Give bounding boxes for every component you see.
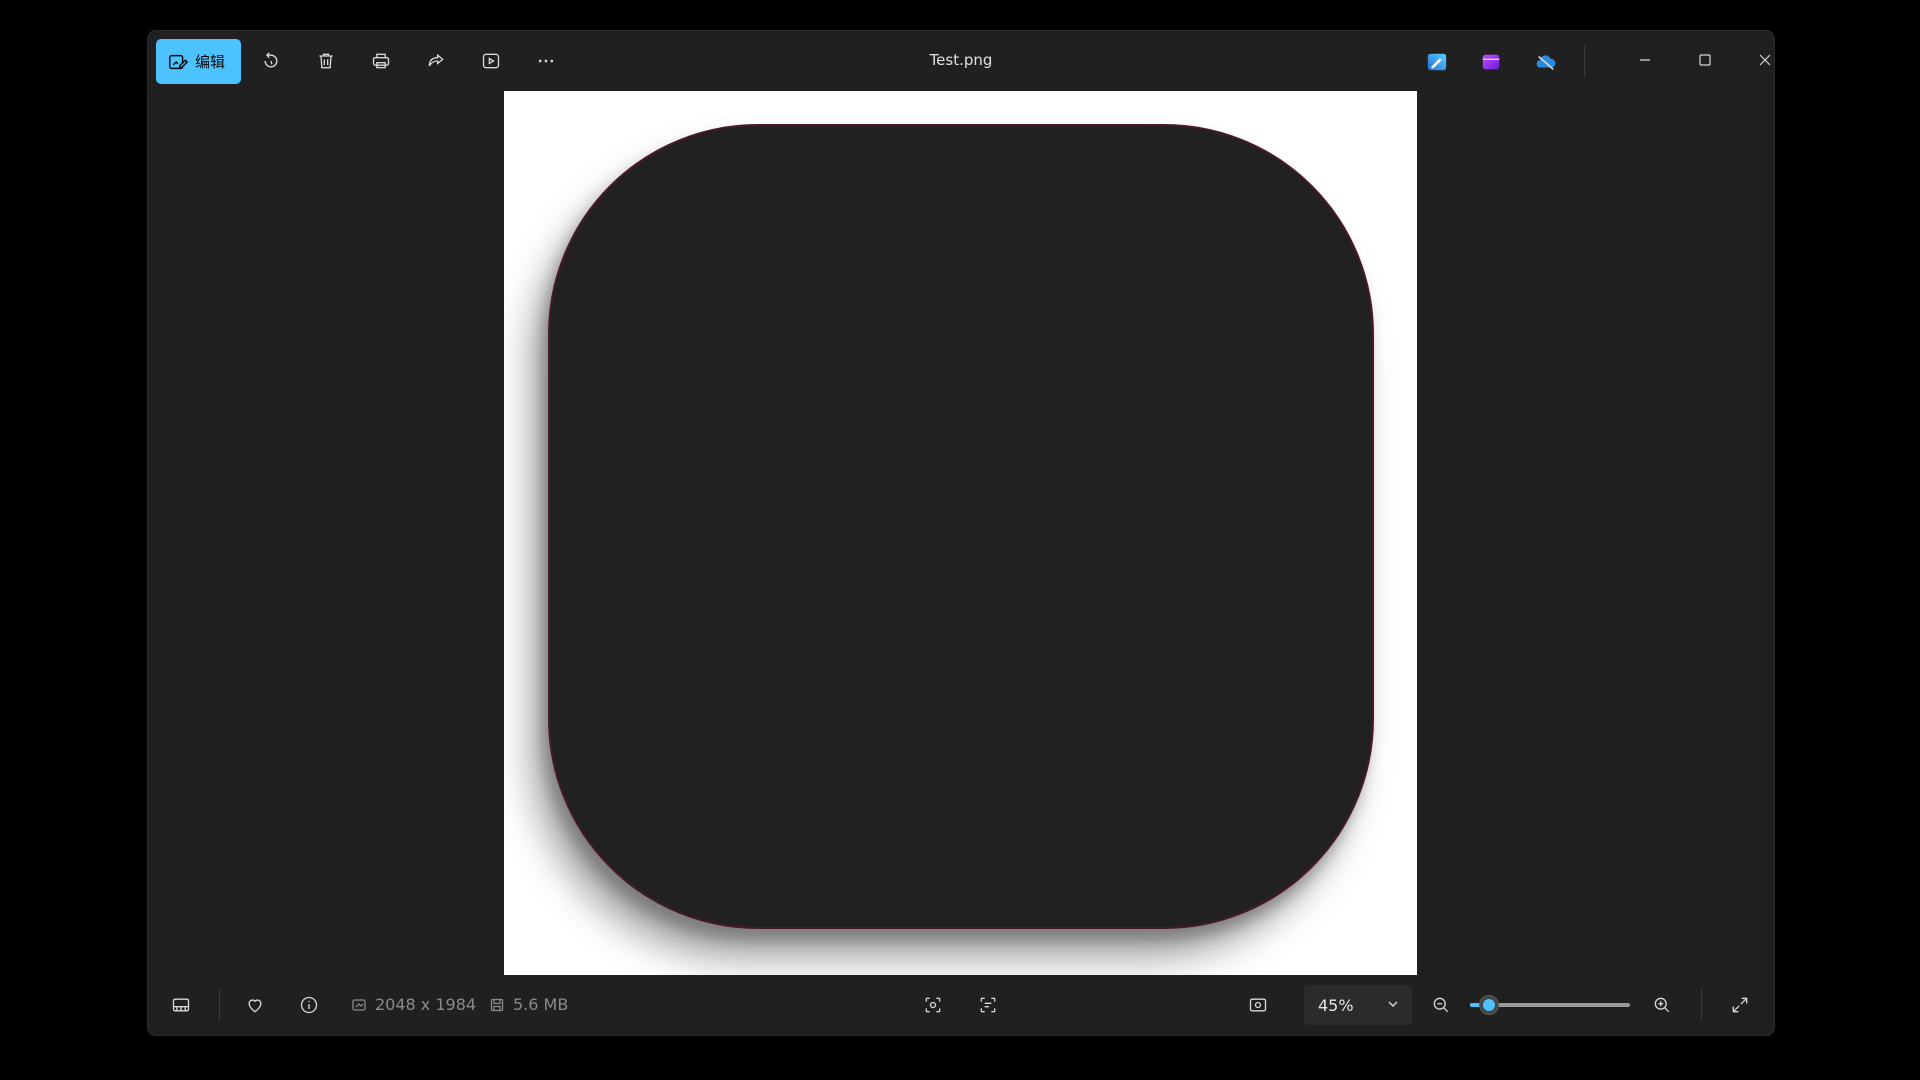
visual-search-button[interactable] (913, 986, 953, 1024)
share-button[interactable] (416, 42, 456, 80)
zoom-in-icon (1654, 997, 1670, 1013)
slideshow-button[interactable] (471, 42, 511, 80)
edit-button[interactable]: 编辑 (156, 39, 241, 84)
titlebar-divider (1584, 45, 1585, 77)
close-button[interactable] (1742, 41, 1774, 79)
more-icon (538, 59, 554, 63)
maximize-button[interactable] (1682, 41, 1728, 79)
close-icon (1759, 54, 1771, 66)
zoom-level-text: 45% (1318, 995, 1354, 1015)
resolution-icon (352, 998, 366, 1011)
bottombar-divider-right (1701, 989, 1702, 1021)
open-in-editor-button[interactable] (1422, 47, 1452, 77)
filmstrip-button[interactable] (161, 986, 201, 1024)
onedrive-button[interactable] (1531, 47, 1561, 77)
dimensions-text: 2048 x 1984 (375, 995, 477, 1014)
slideshow-icon (482, 53, 500, 69)
edit-button-label: 编辑 (195, 53, 226, 71)
file-info-button[interactable] (289, 986, 329, 1024)
onedrive-icon (1536, 55, 1556, 70)
fit-to-window-icon (1249, 998, 1267, 1012)
save-icon (490, 998, 504, 1011)
full-screen-button[interactable] (1720, 986, 1760, 1024)
zoom-slider[interactable] (1470, 995, 1630, 1015)
rotate-icon (264, 52, 278, 68)
expand-icon (1732, 997, 1748, 1013)
photos-app-window: 编辑 Test.png 2048 x 1984 5.6 MB 45% (148, 31, 1774, 1035)
scan-text-icon (980, 997, 996, 1013)
maximize-icon (1699, 54, 1711, 66)
clipchamp-icon (1482, 54, 1500, 70)
fit-to-window-button[interactable] (1238, 986, 1278, 1024)
rotate-button[interactable] (251, 42, 291, 80)
print-icon (372, 53, 390, 69)
print-button[interactable] (361, 42, 401, 80)
title-bar: 编辑 Test.png (148, 31, 1774, 91)
heart-icon (248, 999, 262, 1013)
more-options-button[interactable] (526, 42, 566, 80)
rounded-square-shape (548, 124, 1374, 929)
image-dimensions: 2048 x 1984 (351, 995, 476, 1014)
delete-icon (319, 53, 333, 69)
filmstrip-icon (172, 998, 190, 1012)
zoom-slider-thumb[interactable] (1479, 995, 1500, 1015)
photos-editor-icon (1427, 53, 1447, 71)
file-size-text: 5.6 MB (513, 995, 569, 1014)
share-icon (428, 53, 444, 67)
zoom-out-icon (1433, 997, 1449, 1013)
info-icon (300, 996, 318, 1014)
bottom-bar: 2048 x 1984 5.6 MB 45% (148, 975, 1774, 1035)
open-in-clipchamp-button[interactable] (1476, 47, 1506, 77)
favorite-button[interactable] (235, 986, 275, 1024)
chevron-down-icon (1388, 1001, 1398, 1007)
delete-button[interactable] (306, 42, 346, 80)
minimize-icon (1640, 59, 1650, 61)
scan-text-button[interactable] (968, 986, 1008, 1024)
zoom-out-button[interactable] (1421, 986, 1461, 1024)
minimize-button[interactable] (1622, 41, 1668, 79)
edit-image-icon (169, 54, 189, 69)
zoom-level-dropdown[interactable]: 45% (1304, 985, 1412, 1025)
displayed-image (504, 91, 1417, 975)
bottombar-divider (219, 989, 220, 1021)
zoom-in-button[interactable] (1642, 986, 1682, 1024)
image-canvas[interactable] (148, 91, 1774, 975)
file-size: 5.6 MB (489, 995, 568, 1014)
visual-search-icon (925, 997, 941, 1013)
